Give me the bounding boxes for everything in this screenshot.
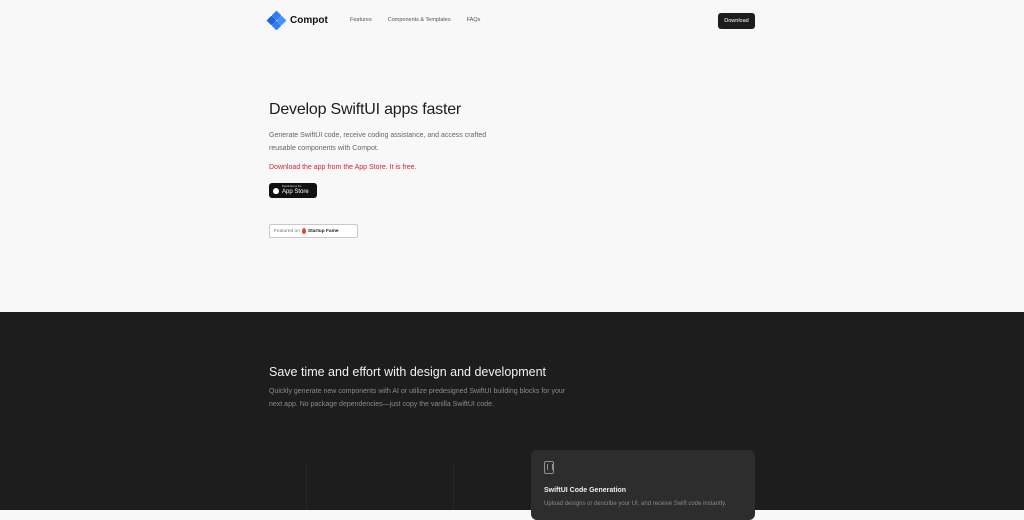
features-title: Save time and effort with design and dev… [269, 365, 547, 379]
app-store-badge-label: App Store [282, 188, 309, 195]
hero-cta-text: Download the app from the App Store. It … [269, 164, 417, 171]
featured-on-startup-fame-badge[interactable]: Featured on Startup Fame [269, 224, 358, 238]
nav-link-components-templates[interactable]: Components & Templates [388, 17, 451, 23]
apple-icon [273, 187, 279, 194]
top-nav: Compot Features Components & Templates F… [0, 0, 1024, 42]
flame-icon [301, 228, 306, 234]
compot-logo-icon [266, 10, 287, 31]
features-description: Quickly generate new components with AI … [269, 388, 566, 408]
divider [306, 462, 307, 510]
phone-icon [544, 461, 554, 474]
feature-card-title: SwiftUI Code Generation [544, 487, 627, 494]
divider [453, 462, 454, 510]
hero-section: Develop SwiftUI apps faster Generate Swi… [269, 101, 589, 238]
page: Compot Features Components & Templates F… [0, 0, 1024, 520]
app-store-badge[interactable]: Download on the App Store [269, 183, 317, 198]
download-button[interactable]: Download [718, 13, 755, 29]
hero-title: Develop SwiftUI apps faster [269, 101, 462, 118]
feature-card-description: Upload designs or describe your UI, and … [544, 501, 727, 507]
brand-name: Compot [290, 15, 328, 26]
brand[interactable]: Compot [266, 10, 328, 31]
featured-prefix: Featured on [274, 228, 300, 234]
featured-name: Startup Fame [307, 228, 339, 234]
hero-description: Generate SwiftUI code, receive coding as… [269, 132, 487, 152]
features-section: Save time and effort with design and dev… [0, 312, 1024, 520]
nav-link-features[interactable]: Features [350, 17, 372, 23]
nav-link-faqs[interactable]: FAQs [467, 17, 481, 23]
app-store-badge-text: Download on the App Store [282, 186, 309, 195]
nav-links: Features Components & Templates FAQs [350, 17, 480, 23]
